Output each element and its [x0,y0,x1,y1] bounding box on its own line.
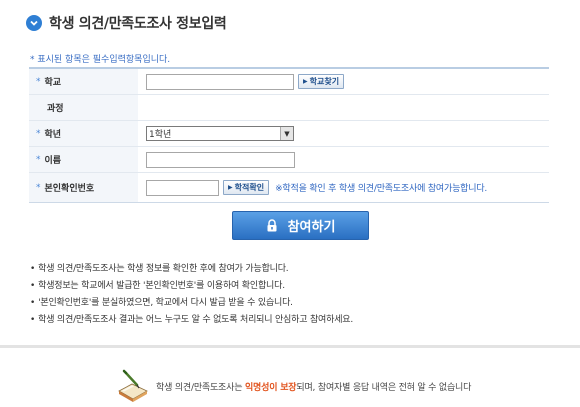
school-cell: ▶ 학교찾기 [138,69,549,94]
play-icon: ▶ [303,78,308,85]
find-school-button[interactable]: ▶ 학교찾기 [298,74,345,89]
form-row-name: * 이름 [29,147,549,173]
grade-selected-value: 1학년 [149,130,172,140]
required-mark: * [36,128,41,139]
book-pen-icon [118,369,148,402]
name-cell [138,147,549,172]
footer-text: 학생 의견/만족도조사는 익명성이 보장되며, 참여자별 응답 내역은 전혀 알… [156,382,472,393]
course-cell [138,95,549,120]
grade-cell: 1학년 ▼ [138,121,549,146]
form-row-grade: * 학년 1학년 ▼ [29,121,549,147]
form-row-school: * 학교 ▶ 학교찾기 [29,69,549,95]
student-id-help: ※학적을 확인 후 학생 의견/만족도조사에 참여가능합니다. [275,184,488,194]
grade-label-text: 학년 [44,130,62,140]
name-input[interactable] [146,151,295,168]
list-item: • 학생정보는 학교에서 발급한 '본인확인번호'를 이용하여 확인합니다. [30,281,285,291]
chevron-down-circle-icon [26,15,42,31]
student-id-label-text: 본인확인번호 [44,184,95,194]
student-id-input[interactable] [146,179,219,196]
required-mark: * [36,76,41,87]
find-school-button-label: 학교찾기 [309,77,340,86]
form-row-student-id: * 본인확인번호 ▶ 학적확인 ※학적을 확인 후 학생 의견/만족도조사에 참… [29,173,549,202]
list-item: • '본인확인번호'를 분실하였으면, 학교에서 다시 발급 받을 수 있습니다. [30,298,293,308]
page-header: 학생 의견/만족도조사 정보입력 [26,12,227,34]
verify-student-button[interactable]: ▶ 학적확인 [223,180,270,195]
participate-button-label: 참여하기 [287,220,336,235]
verify-student-button-label: 학적확인 [234,183,265,192]
lock-icon [267,219,277,232]
course-label-text: 과정 [47,104,64,114]
form-row-course: 과정 [29,95,549,121]
divider [0,345,580,348]
required-notice: * 표시된 항목은 필수입력항목입니다. [30,55,171,65]
page-title: 학생 의견/만족도조사 정보입력 [49,16,227,32]
school-input[interactable] [146,73,294,90]
student-id-cell: ▶ 학적확인 ※학적을 확인 후 학생 의견/만족도조사에 참여가능합니다. [138,173,549,202]
chevron-down-icon[interactable]: ▼ [280,127,293,140]
play-icon: ▶ [228,184,233,191]
required-mark: * [36,154,41,165]
name-label-text: 이름 [44,156,62,166]
name-label: * 이름 [29,147,138,172]
list-item: • 학생 의견/만족도조사는 학생 정보를 확인한 후에 참여가 가능합니다. [30,264,289,274]
required-mark: * [36,182,41,193]
school-label: * 학교 [29,69,138,94]
grade-select[interactable]: 1학년 ▼ [146,126,294,141]
student-id-label: * 본인확인번호 [29,173,138,202]
info-list: • 학생 의견/만족도조사는 학생 정보를 확인한 후에 참여가 가능합니다. •… [30,261,353,329]
footer: 학생 의견/만족도조사는 익명성이 보장되며, 참여자별 응답 내역은 전혀 알… [113,369,471,403]
grade-label: * 학년 [29,121,138,146]
school-label-text: 학교 [44,78,62,88]
anonymity-highlight: 익명성이 보장 [244,382,297,393]
list-item: • 학생 의견/만족도조사 결과는 어느 누구도 알 수 없도록 처리되니 안심하… [30,315,354,325]
course-label: 과정 [29,95,138,120]
participate-button[interactable]: 참여하기 [232,211,369,240]
info-form: * 학교 ▶ 학교찾기 과정 * 학년 1학년 ▼ * 이름 * 본인확인번호 … [29,67,549,203]
